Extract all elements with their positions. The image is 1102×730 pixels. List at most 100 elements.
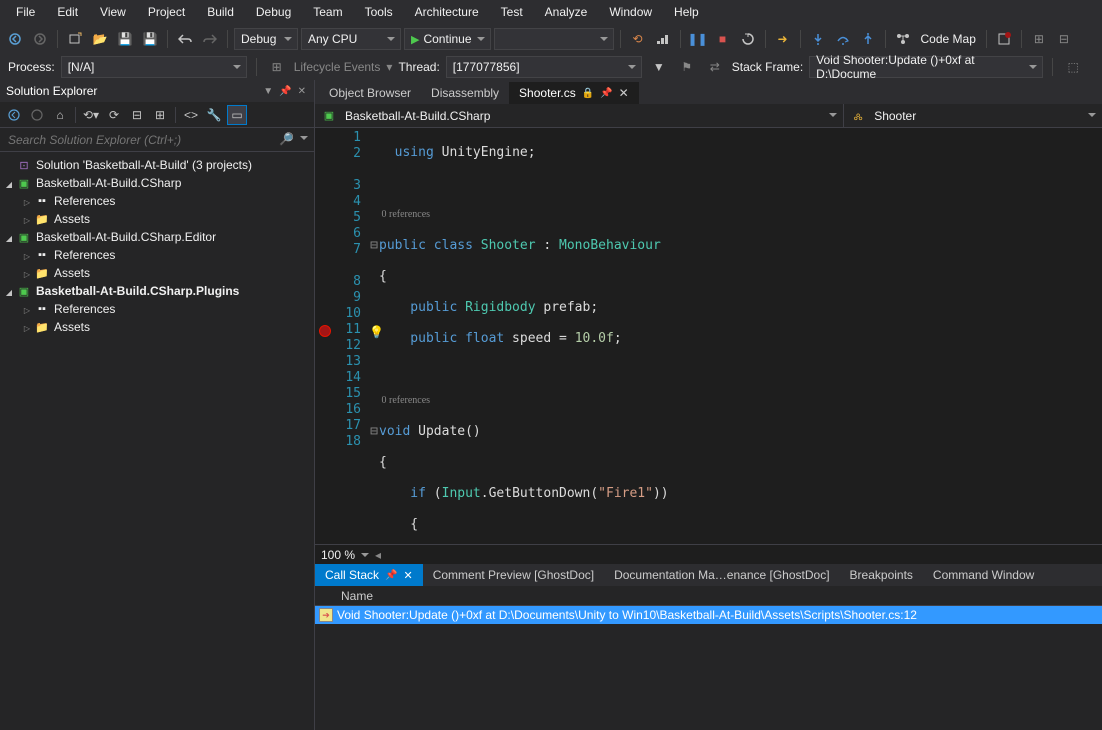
menu-test[interactable]: Test bbox=[491, 2, 533, 22]
config-dropdown[interactable]: Debug bbox=[234, 28, 298, 50]
project-node-2[interactable]: ▣ Basketball-At-Build.CSharp.Plugins bbox=[0, 282, 314, 300]
new-project-button[interactable] bbox=[64, 28, 86, 50]
assets-node-1[interactable]: 📁 Assets bbox=[0, 264, 314, 282]
step-out-button[interactable] bbox=[857, 28, 879, 50]
save-button[interactable]: 💾 bbox=[114, 28, 136, 50]
comment-button[interactable]: ⊞ bbox=[1028, 28, 1050, 50]
folder-icon: 📁 bbox=[34, 265, 50, 281]
code-editor[interactable]: 12 345 67 8910 111213 141516 1718 💡 usin… bbox=[315, 128, 1102, 544]
split-icon[interactable]: ◂ bbox=[375, 548, 381, 562]
search-icon[interactable]: 🔎 bbox=[279, 132, 294, 146]
stop-button[interactable]: ■ bbox=[712, 28, 734, 50]
sync-button[interactable]: ⟲▾ bbox=[81, 105, 101, 125]
nav-back-button[interactable] bbox=[4, 28, 26, 50]
code-text[interactable]: using UnityEngine; 0 references ⊟public … bbox=[369, 128, 1102, 544]
lifecycle-icon[interactable]: ⊞ bbox=[266, 56, 288, 78]
clear-button[interactable] bbox=[993, 28, 1015, 50]
nav-class-dropdown[interactable]: 🝆 Shooter bbox=[844, 104, 1102, 127]
assets-node-0[interactable]: 📁 Assets bbox=[0, 210, 314, 228]
dropdown-icon[interactable]: ▼ bbox=[261, 86, 275, 97]
tab-object-browser[interactable]: Object Browser bbox=[319, 82, 421, 104]
search-dropdown-icon[interactable] bbox=[300, 136, 308, 144]
menu-view[interactable]: View bbox=[90, 2, 136, 22]
code-map-icon[interactable] bbox=[892, 28, 914, 50]
properties-button[interactable]: 🔧 bbox=[204, 105, 224, 125]
open-file-button[interactable]: 📂 bbox=[89, 28, 111, 50]
project-node-0[interactable]: ▣ Basketball-At-Build.CSharp bbox=[0, 174, 314, 192]
tab-disassembly[interactable]: Disassembly bbox=[421, 82, 509, 104]
close-tab-icon[interactable]: ✕ bbox=[619, 86, 629, 100]
save-all-button[interactable]: 💾 bbox=[139, 28, 161, 50]
close-icon[interactable]: ✕ bbox=[403, 569, 412, 582]
breakpoint-icon[interactable] bbox=[319, 325, 331, 337]
continue-button[interactable]: ▶ Continue bbox=[404, 28, 491, 50]
tab-doc-maintenance[interactable]: Documentation Ma…enance [GhostDoc] bbox=[604, 564, 839, 586]
thread-dropdown[interactable]: [177077856] bbox=[446, 56, 642, 78]
pin-icon[interactable]: 📌 bbox=[600, 88, 612, 99]
solution-node[interactable]: ⊡ Solution 'Basketball-At-Build' (3 proj… bbox=[0, 156, 314, 174]
hex-button[interactable]: ⬚ bbox=[1062, 56, 1084, 78]
platform-dropdown[interactable]: Any CPU bbox=[301, 28, 401, 50]
home-button[interactable]: ⌂ bbox=[50, 105, 70, 125]
menu-build[interactable]: Build bbox=[197, 2, 244, 22]
collapse-button[interactable]: ⊟ bbox=[127, 105, 147, 125]
menu-team[interactable]: Team bbox=[303, 2, 352, 22]
fwd-button[interactable] bbox=[27, 105, 47, 125]
menu-help[interactable]: Help bbox=[664, 2, 709, 22]
filter-icon[interactable]: ▼ bbox=[648, 56, 670, 78]
tab-comment-preview[interactable]: Comment Preview [GhostDoc] bbox=[423, 564, 604, 586]
menu-tools[interactable]: Tools bbox=[355, 2, 403, 22]
tab-shooter[interactable]: Shooter.cs 🔒 📌 ✕ bbox=[509, 82, 639, 104]
zoom-level[interactable]: 100 % bbox=[321, 548, 355, 562]
threads-icon[interactable]: ⇄ bbox=[704, 56, 726, 78]
browser-link-button[interactable]: ⟲ bbox=[627, 28, 649, 50]
process-dropdown[interactable]: [N/A] bbox=[61, 56, 247, 78]
target-dropdown[interactable] bbox=[494, 28, 614, 50]
tab-command-window[interactable]: Command Window bbox=[923, 564, 1044, 586]
breakpoint-margin[interactable] bbox=[315, 128, 335, 544]
menu-window[interactable]: Window bbox=[599, 2, 662, 22]
tab-breakpoints[interactable]: Breakpoints bbox=[840, 564, 923, 586]
pin-icon[interactable]: 📌 bbox=[385, 570, 397, 581]
nav-project-dropdown[interactable]: ▣ Basketball-At-Build.CSharp bbox=[315, 104, 844, 127]
solution-tree[interactable]: ⊡ Solution 'Basketball-At-Build' (3 proj… bbox=[0, 152, 314, 340]
step-over-button[interactable] bbox=[832, 28, 854, 50]
show-all-button[interactable]: ⊞ bbox=[150, 105, 170, 125]
main-toolbar: 📂 💾 💾 Debug Any CPU ▶ Continue ⟲ ❚❚ ■ ➜ … bbox=[0, 24, 1102, 54]
menu-edit[interactable]: Edit bbox=[47, 2, 88, 22]
close-icon[interactable]: ✕ bbox=[296, 86, 308, 97]
redo-button[interactable] bbox=[199, 28, 221, 50]
show-next-button[interactable]: ➜ bbox=[772, 28, 794, 50]
preview-button[interactable]: ▭ bbox=[227, 105, 247, 125]
project-node-1[interactable]: ▣ Basketball-At-Build.CSharp.Editor bbox=[0, 228, 314, 246]
class-icon: 🝆 bbox=[850, 108, 866, 124]
menu-debug[interactable]: Debug bbox=[246, 2, 301, 22]
code-map-label[interactable]: Code Map bbox=[917, 32, 980, 46]
undo-button[interactable] bbox=[174, 28, 196, 50]
menu-architecture[interactable]: Architecture bbox=[405, 2, 489, 22]
stackframe-dropdown[interactable]: Void Shooter:Update ()+0xf at D:\Docume bbox=[809, 56, 1043, 78]
assets-node-2[interactable]: 📁 Assets bbox=[0, 318, 314, 336]
refresh-button[interactable]: ⟳ bbox=[104, 105, 124, 125]
references-node-1[interactable]: ▪▪ References bbox=[0, 246, 314, 264]
view-code-button[interactable]: <> bbox=[181, 105, 201, 125]
references-node-2[interactable]: ▪▪ References bbox=[0, 300, 314, 318]
flag-icon[interactable]: ⚑ bbox=[676, 56, 698, 78]
uncomment-button[interactable]: ⊟ bbox=[1053, 28, 1075, 50]
solution-search[interactable]: 🔎 bbox=[0, 128, 314, 152]
menu-analyze[interactable]: Analyze bbox=[535, 2, 598, 22]
menu-file[interactable]: File bbox=[6, 2, 45, 22]
zoom-dropdown-icon[interactable] bbox=[361, 553, 369, 561]
nav-fwd-button[interactable] bbox=[29, 28, 51, 50]
back-button[interactable] bbox=[4, 105, 24, 125]
tab-call-stack[interactable]: Call Stack 📌 ✕ bbox=[315, 564, 423, 586]
pause-button[interactable]: ❚❚ bbox=[687, 28, 709, 50]
callstack-row[interactable]: ➔ Void Shooter:Update ()+0xf at D:\Docum… bbox=[315, 606, 1102, 624]
step-into-button[interactable] bbox=[807, 28, 829, 50]
diag-button[interactable] bbox=[652, 28, 674, 50]
menu-project[interactable]: Project bbox=[138, 2, 195, 22]
pin-icon[interactable]: 📌 bbox=[277, 86, 293, 97]
solution-search-input[interactable] bbox=[0, 128, 314, 151]
references-node-0[interactable]: ▪▪ References bbox=[0, 192, 314, 210]
restart-button[interactable] bbox=[737, 28, 759, 50]
